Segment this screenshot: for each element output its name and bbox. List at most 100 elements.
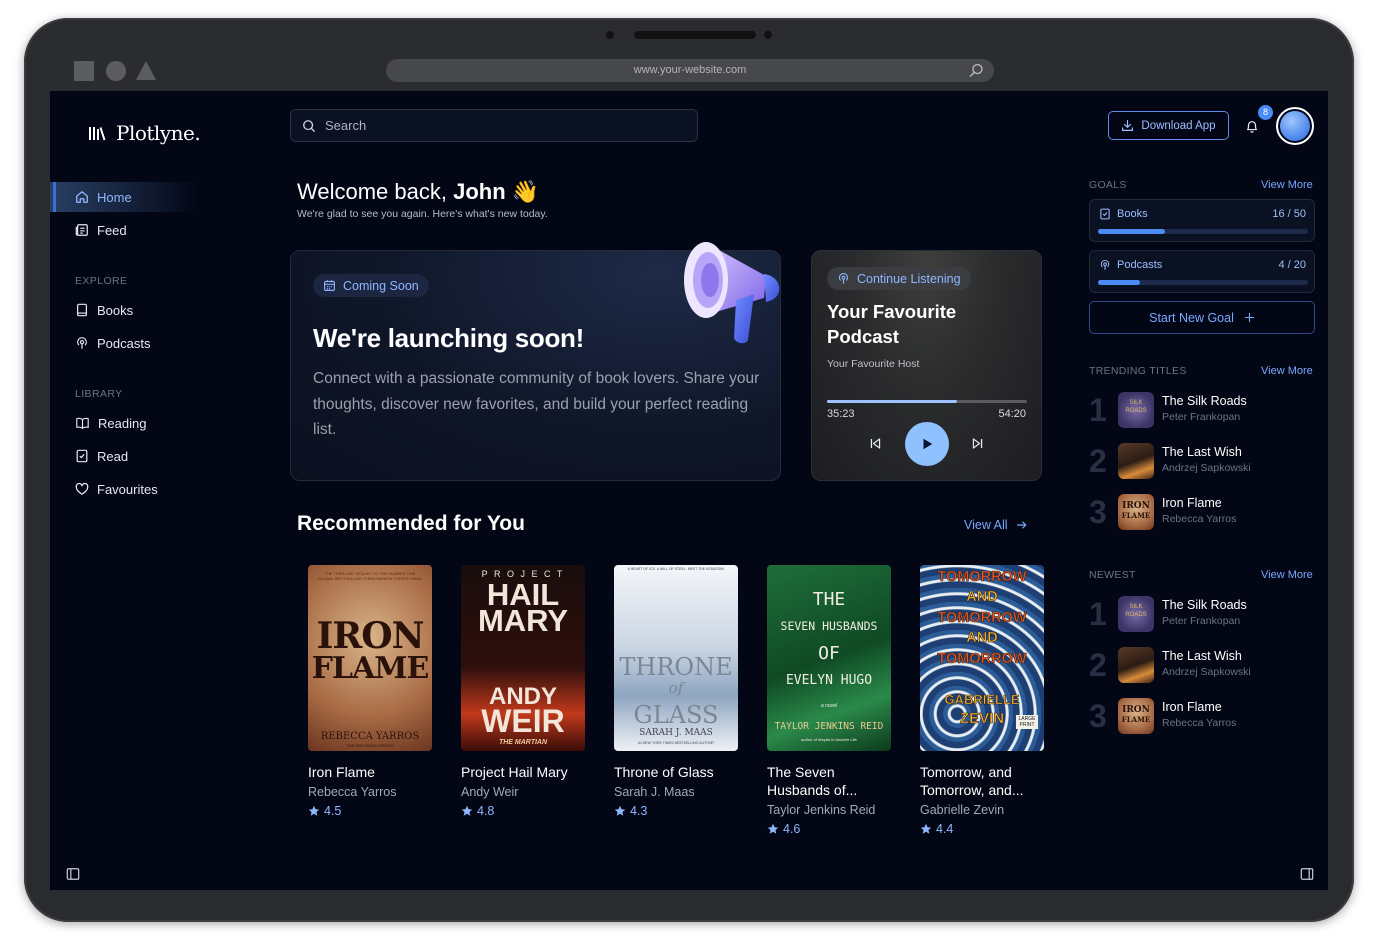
address-bar[interactable]: www.your-website.com	[386, 59, 994, 82]
search-placeholder: Search	[325, 118, 367, 133]
sidebar-item-label: Read	[97, 448, 129, 464]
book-rating: 4.8	[461, 804, 585, 818]
podcast-host: Your Favourite Host	[827, 358, 920, 370]
skip-back-icon[interactable]	[869, 437, 882, 450]
circle-icon[interactable]	[106, 61, 126, 81]
welcome-heading: Welcome back, John 👋	[297, 179, 539, 205]
rank-number: 2	[1089, 647, 1107, 683]
rating-value: 4.3	[630, 804, 648, 818]
trending-item[interactable]: 2 The Last Wish Andrzej Sapkowski	[1089, 441, 1315, 481]
start-new-goal-button[interactable]: Start New Goal	[1089, 301, 1315, 334]
skip-forward-icon[interactable]	[971, 437, 984, 450]
elapsed-time: 35:23	[827, 408, 855, 420]
book-card[interactable]: THE SEVEN HUSBANDS OF EVELYN HUGO a nove…	[767, 565, 891, 836]
book-title: Throne of Glass	[614, 764, 714, 780]
book-card[interactable]: THE THRILLING SEQUEL TO THE NUMBER ONE G…	[308, 565, 432, 818]
book-card[interactable]: A HEART OF ICE. A WILL OF STEEL. MEET TH…	[614, 565, 738, 818]
notification-badge: 8	[1258, 105, 1273, 120]
book-cover: TOMORROW AND TOMORROW AND TOMORROW GABRI…	[920, 565, 1044, 751]
cover-title-line: AND	[966, 630, 998, 647]
sidebar-item-feed[interactable]: Feed	[50, 215, 250, 245]
sidebar-toggle-right-icon[interactable]	[1300, 867, 1314, 881]
cover-author: SARAH J. MAAS	[639, 728, 713, 738]
cover-title-line: EVELYN HUGO	[785, 673, 873, 688]
rating-value: 4.6	[783, 822, 801, 836]
nav-section-library: LIBRARY	[75, 388, 123, 400]
cover-title-line: TOMORROW	[937, 610, 1027, 627]
newest-view-more-link[interactable]: View More	[1261, 569, 1313, 581]
book-rating: 4.3	[614, 804, 738, 818]
sidebar-item-label: Podcasts	[97, 335, 151, 351]
thumb-title-line: ROADS	[1125, 408, 1147, 414]
book-thumbnail: SILK ROADS	[1118, 596, 1154, 632]
sidebar-item-home[interactable]: Home	[50, 182, 250, 212]
search-input[interactable]: Search	[290, 109, 698, 142]
book-author: Rebecca Yarros	[308, 785, 397, 799]
book-card[interactable]: P R O J E C T HAIL MARY ANDY WEIR THE MA…	[461, 565, 585, 818]
trending-author: Rebecca Yarros	[1162, 513, 1237, 525]
download-icon	[1122, 120, 1134, 131]
star-icon	[767, 823, 779, 834]
cover-title-line: GLASS	[633, 701, 719, 729]
bell-icon[interactable]	[1245, 119, 1259, 134]
goal-books[interactable]: Books 16 / 50	[1089, 199, 1315, 242]
avatar[interactable]	[1276, 107, 1314, 145]
cover-subtitle: a novel	[820, 703, 838, 709]
play-button[interactable]	[905, 422, 949, 466]
plus-icon	[1244, 312, 1255, 323]
book-cover: A HEART OF ICE. A WILL OF STEEL. MEET TH…	[614, 565, 738, 751]
star-icon	[920, 823, 932, 834]
section-title-recommended: Recommended for You	[297, 512, 525, 535]
podcast-icon	[838, 273, 849, 284]
book-thumbnail: IRON FLAME	[1118, 494, 1154, 530]
cover-author-line: WEIR	[481, 703, 565, 739]
cover-title-line: OF	[818, 643, 840, 664]
sidebar-item-podcasts[interactable]: Podcasts	[50, 328, 250, 358]
cover-tagline: A HEART OF ICE. A WILL OF STEEL. MEET TH…	[627, 567, 725, 571]
goal-podcasts[interactable]: Podcasts 4 / 20	[1089, 250, 1315, 293]
newest-item[interactable]: 3 IRON FLAME Iron Flame Rebecca Yarros	[1089, 696, 1315, 736]
book-rating: 4.5	[308, 804, 432, 818]
rank-number: 2	[1089, 443, 1107, 479]
thumb-title-line: FLAME	[1121, 715, 1151, 724]
sidebar-toggle-left-icon[interactable]	[66, 867, 80, 881]
app-logo[interactable]: Plotlyne.	[88, 121, 201, 145]
trending-item[interactable]: 1 SILK ROADS The Silk Roads Peter Franko…	[1089, 390, 1315, 430]
newest-item[interactable]: 2 The Last Wish Andrzej Sapkowski	[1089, 645, 1315, 685]
progress-track[interactable]	[827, 400, 1027, 403]
download-app-button[interactable]: Download App	[1108, 111, 1229, 140]
sidebar-item-books[interactable]: Books	[50, 295, 250, 325]
cover-title-line: SEVEN HUSBANDS	[780, 619, 878, 633]
book-cover: THE THRILLING SEQUEL TO THE NUMBER ONE G…	[308, 565, 432, 751]
view-all-link[interactable]: View All	[964, 518, 1028, 532]
square-icon[interactable]	[74, 61, 94, 81]
newest-title: The Silk Roads	[1162, 598, 1247, 612]
podcast-player-card[interactable]: Continue Listening Your Favourite Podcas…	[811, 250, 1042, 481]
trending-view-more-link[interactable]: View More	[1261, 365, 1313, 377]
cover-author: REBECCA YARROS	[320, 731, 420, 742]
goal-name: Books	[1117, 208, 1148, 220]
goal-label: Books	[1099, 208, 1148, 220]
trending-title: The Silk Roads	[1162, 394, 1247, 408]
sidebar-item-reading[interactable]: Reading	[50, 408, 250, 438]
download-label: Download App	[1141, 119, 1216, 132]
newest-item[interactable]: 1 SILK ROADS The Silk Roads Peter Franko…	[1089, 594, 1315, 634]
book-card[interactable]: TOMORROW AND TOMORROW AND TOMORROW GABRI…	[920, 565, 1044, 836]
goal-progress-fill	[1098, 280, 1140, 285]
launch-text: Connect with a passionate community of b…	[313, 370, 760, 438]
thumb-title-line: ROADS	[1125, 612, 1147, 618]
sidebar-item-read[interactable]: Read	[50, 441, 250, 471]
rank-number: 1	[1089, 596, 1107, 632]
star-icon	[614, 805, 626, 816]
trending-title: The Last Wish	[1162, 445, 1242, 459]
trending-item[interactable]: 3 IRON FLAME Iron Flame Rebecca Yarros	[1089, 492, 1315, 532]
goals-view-more-link[interactable]: View More	[1261, 179, 1313, 191]
triangle-icon[interactable]	[136, 61, 156, 80]
thumb-title-line: SILK	[1129, 400, 1143, 406]
sidebar-item-favourites[interactable]: Favourites	[50, 474, 250, 504]
book-check-icon	[76, 449, 88, 463]
book-title: The Seven Husbands of...	[767, 764, 858, 798]
trending-title: Iron Flame	[1162, 496, 1222, 510]
cover-title-line: FLAME	[311, 651, 430, 686]
thumb-title-line: SILK	[1129, 604, 1143, 610]
